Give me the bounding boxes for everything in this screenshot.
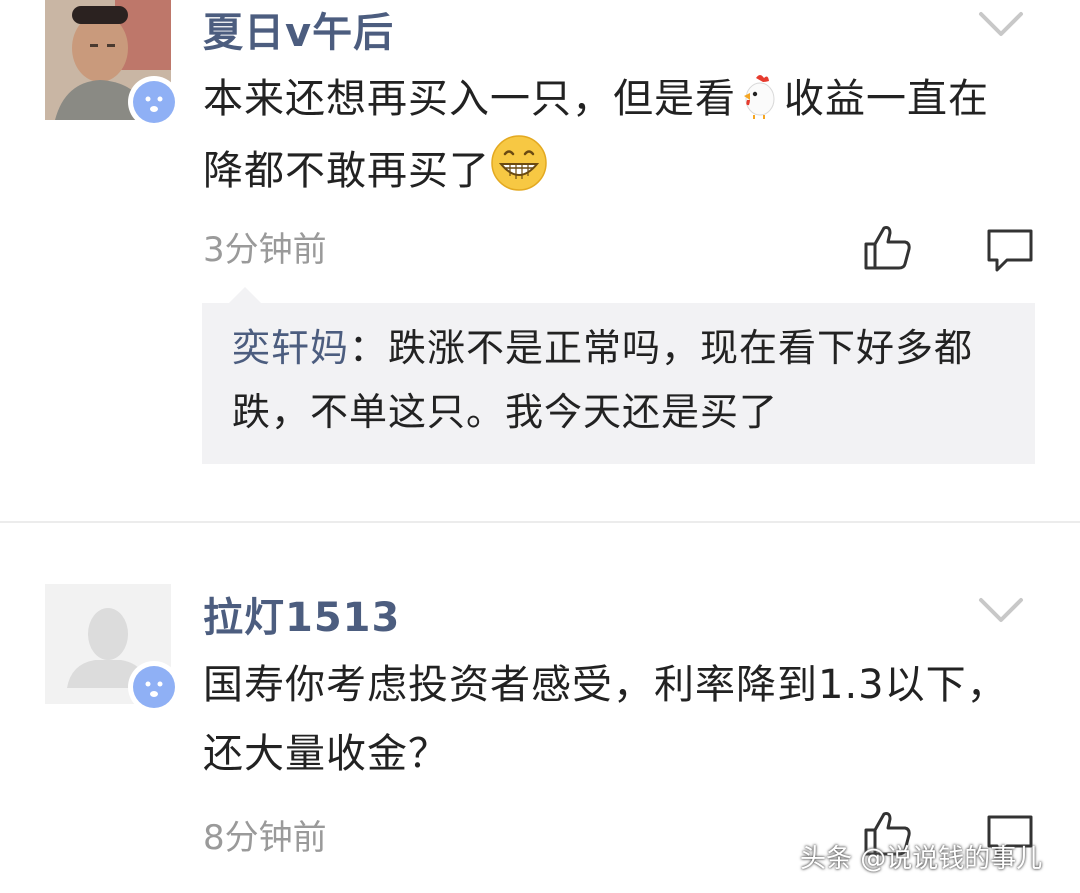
- reply-separator: ：: [349, 326, 389, 370]
- reply-pointer: [229, 287, 261, 303]
- comment-username[interactable]: 夏日v午后: [203, 0, 394, 58]
- comment-time: 8分钟前: [203, 818, 327, 858]
- thumbs-up-icon[interactable]: [862, 222, 914, 272]
- watermark: 头条 @说说钱的事儿: [800, 844, 1043, 874]
- verified-badge: [128, 76, 180, 128]
- badge-face-icon: [145, 96, 163, 112]
- comment-bubble-icon[interactable]: [985, 226, 1037, 276]
- chevron-down-icon[interactable]: [978, 596, 1024, 626]
- reply-username[interactable]: 奕轩妈: [232, 326, 349, 370]
- comment-text-part: 本来还想再买入一只，但是看: [203, 76, 736, 122]
- comment-username[interactable]: 拉灯1513: [203, 585, 400, 643]
- badge-face-icon: [145, 681, 163, 697]
- chevron-down-icon[interactable]: [978, 10, 1024, 40]
- chicken-emoji-icon: [744, 75, 775, 119]
- comment-body: 本来还想再买入一只，但是看 收益一直在降都不敢再买了: [203, 65, 1023, 206]
- comments-page: 夏日v午后 本来还想再买入一只，但是看 收益一直在降都不敢再买了 3分钟前 奕轩…: [0, 0, 1080, 893]
- grinning-emoji-icon: [491, 135, 547, 191]
- verified-badge: [128, 661, 180, 713]
- comment-time: 3分钟前: [203, 230, 327, 270]
- reply-content: 奕轩妈：跌涨不是正常吗，现在看下好多都跌，不单这只。我今天还是买了: [232, 316, 1012, 444]
- comment-body: 国寿你考虑投资者感受，利率降到1.3以下，还大量收金？: [203, 662, 1008, 777]
- comment-divider: [0, 521, 1080, 523]
